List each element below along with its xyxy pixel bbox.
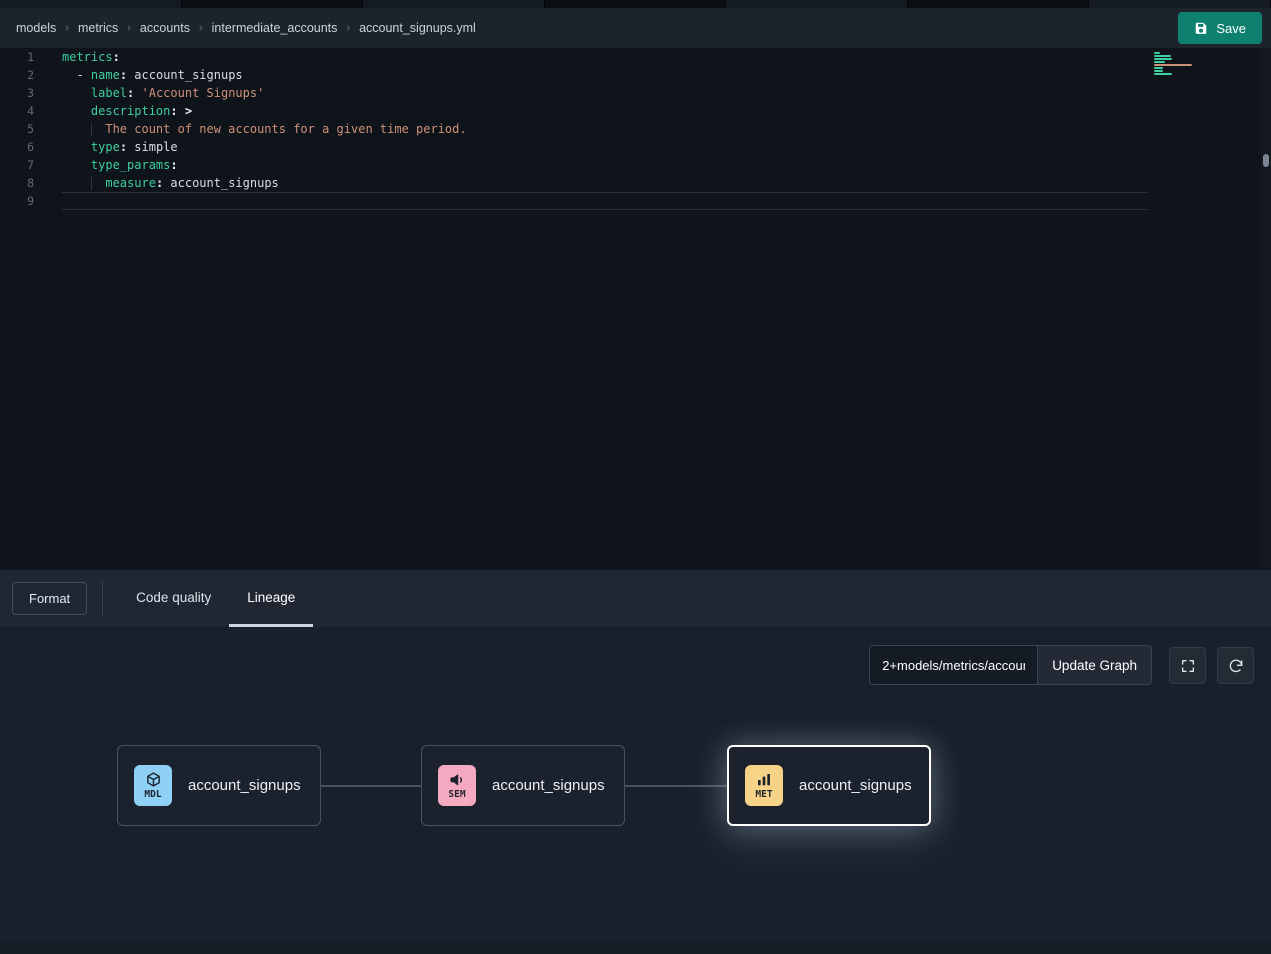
breadcrumb-bar: models › metrics › accounts › intermediate_acc…	[0, 8, 1271, 48]
code-text: type_params:	[62, 156, 1147, 174]
code-line[interactable]: 2 - name: account_signups	[0, 66, 1271, 84]
top-tab-7[interactable]	[1089, 0, 1271, 8]
code-text: label: 'Account Signups'	[62, 84, 1147, 102]
selector-group: Update Graph	[869, 645, 1152, 685]
node-type-label: MDL	[144, 789, 161, 800]
scrollbar-handle[interactable]	[1263, 154, 1269, 167]
code-line[interactable]: 9	[0, 192, 1271, 210]
minimap-line	[1154, 61, 1165, 63]
code-line[interactable]: 3 label: 'Account Signups'	[0, 84, 1271, 102]
fullscreen-icon	[1180, 658, 1196, 674]
minimap-line	[1154, 58, 1172, 60]
code-text	[62, 192, 1147, 210]
chevron-right-icon: ›	[65, 22, 69, 34]
node-badge-mdl: MDL	[134, 765, 172, 806]
node-badge-sem: SEM	[438, 765, 476, 806]
line-number: 1	[0, 48, 34, 66]
minimap-line	[1154, 70, 1163, 72]
line-number: 8	[0, 174, 34, 192]
code-text: metrics:	[62, 48, 1147, 66]
line-number: 4	[0, 102, 34, 120]
format-button[interactable]: Format	[12, 582, 87, 615]
editor-lines: 1metrics:2 - name: account_signups3 labe…	[0, 48, 1271, 570]
code-line[interactable]: 7 type_params:	[0, 156, 1271, 174]
node-type-label: SEM	[448, 789, 465, 800]
minimap-line	[1154, 67, 1163, 69]
update-graph-button[interactable]: Update Graph	[1037, 645, 1152, 685]
code-line[interactable]: 1 metrics:	[0, 48, 1271, 66]
panel-tabs: Code qualityLineage	[118, 570, 313, 627]
lineage-canvas[interactable]: Update Graph MDL account_signups SEM accoun…	[0, 627, 1271, 954]
chevron-right-icon: ›	[199, 22, 203, 34]
lineage-selector-input[interactable]	[869, 645, 1037, 685]
refresh-button[interactable]	[1217, 647, 1254, 684]
line-number: 9	[0, 192, 34, 210]
lineage-edge	[321, 785, 421, 787]
code-line[interactable]: 8 measure: account_signups	[0, 174, 1271, 192]
node-label: account_signups	[188, 777, 301, 794]
minimap-line	[1154, 55, 1171, 57]
panel-tab-bar: Format Code qualityLineage	[0, 570, 1271, 627]
line-number: 6	[0, 138, 34, 156]
breadcrumb-item[interactable]: models	[16, 21, 56, 35]
minimap-line	[1154, 73, 1172, 75]
minimap-line	[1154, 52, 1160, 54]
node-type-label: MET	[755, 789, 772, 800]
line-number: 7	[0, 156, 34, 174]
save-icon	[1194, 21, 1208, 35]
breadcrumb-item[interactable]: metrics	[78, 21, 118, 35]
refresh-icon	[1228, 658, 1244, 674]
cube-icon	[145, 771, 162, 788]
editor-scrollbar[interactable]	[1261, 48, 1271, 570]
breadcrumb-item[interactable]: accounts	[140, 21, 190, 35]
node-badge-met: MET	[745, 765, 783, 806]
node-label: account_signups	[492, 777, 605, 794]
tab-code-quality[interactable]: Code quality	[118, 570, 229, 627]
code-line[interactable]: 5 The count of new accounts for a given …	[0, 120, 1271, 138]
minimap-line	[1154, 76, 1156, 78]
status-bar	[0, 941, 1271, 954]
line-number: 3	[0, 84, 34, 102]
breadcrumb: models › metrics › accounts › intermediate_acc…	[16, 21, 476, 35]
top-tab-5[interactable]	[726, 0, 908, 8]
line-number: 5	[0, 120, 34, 138]
lineage-node-mdl[interactable]: MDL account_signups	[117, 745, 321, 826]
bar-chart-icon	[756, 772, 772, 788]
top-tab-4[interactable]	[545, 0, 727, 8]
top-tab-6[interactable]	[908, 0, 1090, 8]
line-number: 2	[0, 66, 34, 84]
lineage-edge	[625, 785, 727, 787]
code-editor[interactable]: 1metrics:2 - name: account_signups3 labe…	[0, 48, 1271, 570]
minimap-line	[1154, 64, 1192, 66]
lineage-node-met[interactable]: MET account_signups	[727, 745, 931, 826]
top-tabs-strip	[0, 0, 1271, 8]
save-button[interactable]: Save	[1178, 12, 1262, 44]
chevron-right-icon: ›	[127, 22, 131, 34]
app-root: models › metrics › accounts › intermediate_acc…	[0, 0, 1271, 954]
save-label: Save	[1216, 21, 1246, 36]
code-text: The count of new accounts for a given ti…	[62, 120, 1147, 138]
tab-lineage[interactable]: Lineage	[229, 570, 313, 627]
code-text: measure: account_signups	[62, 174, 1147, 192]
minimap[interactable]	[1154, 52, 1212, 79]
code-text: - name: account_signups	[62, 66, 1147, 84]
top-tab-2[interactable]	[182, 0, 364, 8]
top-tab-1[interactable]	[0, 0, 182, 8]
code-text: description: >	[62, 102, 1147, 120]
node-label: account_signups	[799, 777, 912, 794]
breadcrumb-item[interactable]: account_signups.yml	[359, 21, 476, 35]
fullscreen-button[interactable]	[1169, 647, 1206, 684]
code-line[interactable]: 6 type: simple	[0, 138, 1271, 156]
top-tab-3[interactable]	[363, 0, 545, 8]
lineage-node-sem[interactable]: SEM account_signups	[421, 745, 625, 826]
megaphone-icon	[449, 771, 466, 788]
breadcrumb-item[interactable]: intermediate_accounts	[212, 21, 338, 35]
divider	[102, 581, 103, 617]
bottom-panel: Format Code qualityLineage Update Graph	[0, 570, 1271, 954]
code-text: type: simple	[62, 138, 1147, 156]
chevron-right-icon: ›	[346, 22, 350, 34]
code-line[interactable]: 4 description: >	[0, 102, 1271, 120]
